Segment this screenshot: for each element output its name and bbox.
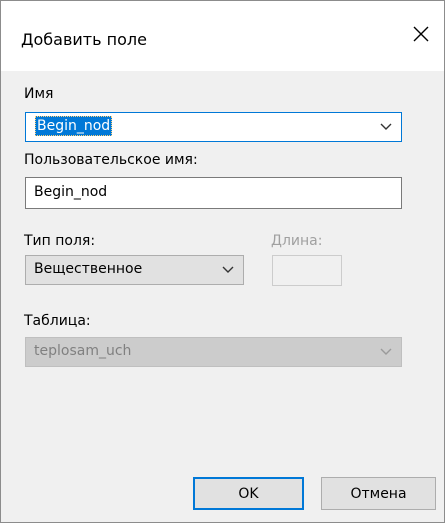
cancel-button[interactable]: Отмена <box>321 477 436 510</box>
chevron-down-icon <box>380 348 392 355</box>
user-name-value: Begin_nod <box>34 184 108 200</box>
user-name-input[interactable]: Begin_nod <box>25 177 402 209</box>
name-label: Имя <box>24 86 54 102</box>
table-value: teplosam_uch <box>34 343 132 359</box>
user-name-label: Пользовательское имя: <box>24 152 198 168</box>
table-label: Таблица: <box>24 313 91 329</box>
close-icon[interactable] <box>408 21 434 47</box>
chevron-down-icon <box>222 266 234 273</box>
name-combobox[interactable]: Begin_nod <box>25 112 402 142</box>
field-type-label: Тип поля: <box>24 233 96 249</box>
ok-button[interactable]: OK <box>193 477 304 510</box>
add-field-dialog: Добавить поле Имя Begin_nod Пользователь… <box>0 0 445 523</box>
field-type-value: Вещественное <box>34 261 143 277</box>
dialog-title: Добавить поле <box>21 30 147 49</box>
length-label: Длина: <box>271 233 323 249</box>
table-select: teplosam_uch <box>25 337 402 367</box>
chevron-down-icon <box>380 123 392 130</box>
field-type-select[interactable]: Вещественное <box>25 255 244 285</box>
name-value: Begin_nod <box>35 116 113 136</box>
length-input <box>272 255 342 286</box>
title-bar: Добавить поле <box>1 1 444 71</box>
